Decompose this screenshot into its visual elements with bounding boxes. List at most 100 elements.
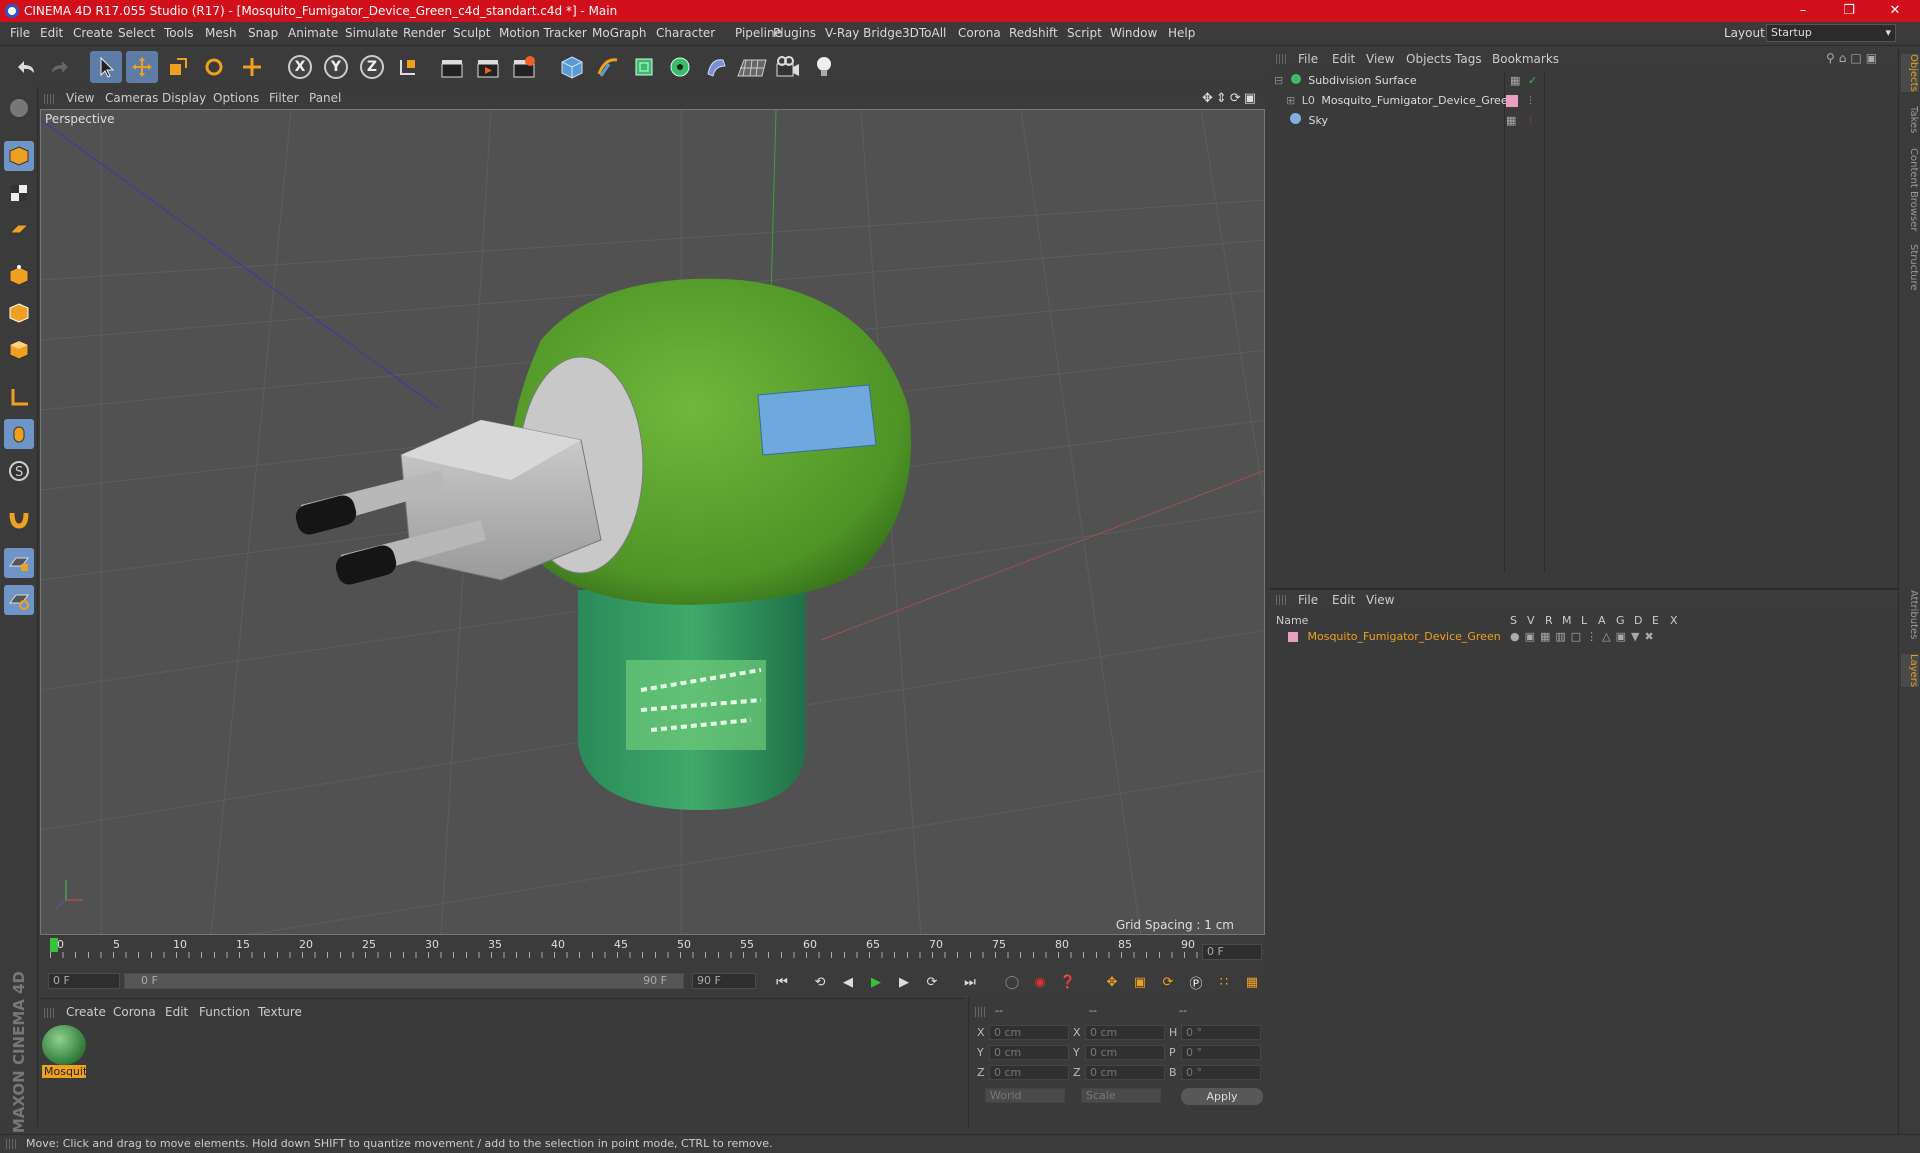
menu-plugins[interactable]: Plugins [773, 26, 816, 40]
objects-menu-tags[interactable]: Tags [1455, 52, 1482, 66]
go-to-end-button[interactable]: ⏭ [958, 970, 982, 994]
object-row-subdivision[interactable]: ⊟ Subdivision Surface ▦ ✓ [1274, 72, 1894, 90]
next-key-button[interactable]: ⟳ [920, 970, 944, 994]
position-z-field[interactable]: 0 cm [989, 1065, 1069, 1080]
solo-button[interactable]: S [4, 456, 34, 486]
layer-column-locked[interactable]: L [1581, 614, 1587, 627]
tree-expand-icon[interactable]: ⊟ [1274, 74, 1283, 87]
menu-mograph[interactable]: MoGraph [592, 26, 647, 40]
material-swatch[interactable]: Mosquit [42, 1025, 86, 1081]
motion-record-button[interactable]: ◯ [1000, 970, 1024, 994]
add-floor-button[interactable] [736, 51, 768, 83]
rotation-p-field[interactable]: 0 ° [1181, 1045, 1261, 1060]
layer-column-deformers[interactable]: D [1634, 614, 1642, 627]
redo-button[interactable] [44, 51, 76, 83]
material-menu-corona[interactable]: Corona [113, 1005, 156, 1019]
tab-takes[interactable]: Takes [1901, 106, 1919, 133]
menu-motion-tracker[interactable]: Motion Tracker [499, 26, 587, 40]
make-editable-button[interactable] [4, 93, 34, 123]
tab-layers[interactable]: Layers [1901, 654, 1919, 688]
add-pen-button[interactable] [592, 51, 624, 83]
axis-z-button[interactable]: Z [356, 51, 388, 83]
render-settings-button[interactable] [508, 51, 540, 83]
object-row-sky[interactable]: Sky ▦ ⋮ [1286, 112, 1886, 130]
size-y-field[interactable]: 0 cm [1085, 1045, 1165, 1060]
tab-objects[interactable]: Objects [1901, 54, 1919, 92]
texture-mode-button[interactable] [4, 178, 34, 208]
layer-column-name[interactable]: Name [1276, 614, 1308, 627]
menu-sculpt[interactable]: Sculpt [453, 26, 490, 40]
menu-tools[interactable]: Tools [164, 26, 194, 40]
autokey-button[interactable]: ❓ [1056, 970, 1080, 994]
layer-tag-icon[interactable]: ▦ [1506, 112, 1516, 130]
layer-column-view[interactable]: V [1527, 614, 1535, 627]
key-scale-button[interactable]: ▣ [1128, 970, 1152, 994]
live-selection-button[interactable] [236, 51, 268, 83]
key-param-button[interactable]: Ⓟ [1184, 970, 1208, 994]
axis-x-button[interactable]: X [284, 51, 316, 83]
key-position-button[interactable]: ✥ [1100, 970, 1124, 994]
layers-menu-view[interactable]: View [1366, 593, 1394, 607]
minimize-button[interactable]: – [1780, 0, 1826, 22]
key-pla-button[interactable]: ∷ [1212, 970, 1236, 994]
add-cube-button[interactable] [556, 51, 588, 83]
viewport-3d[interactable]: Perspective Grid Spacing : 1 cm [40, 109, 1265, 935]
timeline-ruler[interactable]: 0 5 10 15 20 25 30 35 40 45 50 55 60 65 … [40, 936, 1265, 964]
tab-content-browser[interactable]: Content Browser [1901, 148, 1919, 231]
menu-corona[interactable]: Corona [958, 26, 1001, 40]
menu-character[interactable]: Character [656, 26, 715, 40]
size-z-field[interactable]: 0 cm [1085, 1065, 1165, 1080]
menu-animate[interactable]: Animate [288, 26, 338, 40]
rotate-tool-button[interactable] [198, 51, 230, 83]
add-camera-button[interactable] [772, 51, 804, 83]
prev-frame-button[interactable]: ◀ [836, 970, 860, 994]
viewport-menu-panel[interactable]: Panel [309, 91, 341, 105]
rotation-b-field[interactable]: 0 ° [1181, 1065, 1261, 1080]
position-y-field[interactable]: 0 cm [989, 1045, 1069, 1060]
viewport-menu-options[interactable]: Options [213, 91, 259, 105]
select-tool-button[interactable] [90, 51, 122, 83]
material-menu-texture[interactable]: Texture [258, 1005, 302, 1019]
objects-menu-file[interactable]: File [1298, 52, 1318, 66]
go-to-start-button[interactable]: ⏮ [770, 970, 794, 994]
panel-grip[interactable] [1276, 54, 1286, 64]
material-menu-function[interactable]: Function [199, 1005, 250, 1019]
menu-simulate[interactable]: Simulate [345, 26, 398, 40]
add-deformer-button[interactable] [700, 51, 732, 83]
layer-row[interactable]: Mosquito_Fumigator_Device_Green ●▣▦▥□⋮△▣… [1274, 628, 1884, 646]
maximize-button[interactable]: ❐ [1826, 0, 1872, 22]
menu-mesh[interactable]: Mesh [205, 26, 237, 40]
panel-grip[interactable] [1276, 595, 1286, 605]
axis-y-button[interactable]: Y [320, 51, 352, 83]
layer-column-manager[interactable]: M [1562, 614, 1572, 627]
layout-select[interactable]: Startup ▾ [1766, 24, 1896, 42]
layer-column-xref[interactable]: X [1670, 614, 1678, 627]
menu-redshift[interactable]: Redshift [1009, 26, 1058, 40]
rotation-h-field[interactable]: 0 ° [1181, 1025, 1261, 1040]
coordinate-system-select[interactable]: World [985, 1088, 1065, 1103]
panel-grip[interactable] [44, 94, 54, 104]
visibility-dots-icon[interactable]: ⋮ [1526, 112, 1535, 130]
end-frame-field[interactable]: 90 F [692, 973, 756, 989]
layer-column-solo[interactable]: S [1510, 614, 1517, 627]
undo-button[interactable] [10, 51, 42, 83]
tab-structure[interactable]: Structure [1901, 244, 1919, 291]
record-button[interactable]: ◉ [1028, 970, 1052, 994]
layer-tag-icon[interactable]: ▦ [1510, 72, 1520, 90]
objects-menu-bookmarks[interactable]: Bookmarks [1492, 52, 1559, 66]
move-tool-button[interactable] [126, 51, 158, 83]
add-mograph-button[interactable] [664, 51, 696, 83]
viewport-nav-icons[interactable]: ✥⇕⟳▣ [1202, 91, 1259, 106]
menu-create[interactable]: Create [73, 26, 113, 40]
edges-mode-button[interactable] [4, 298, 34, 328]
next-frame-button[interactable]: ▶ [892, 970, 916, 994]
play-button[interactable]: ▶ [864, 970, 888, 994]
panel-grip[interactable] [6, 1139, 16, 1149]
points-mode-button[interactable] [4, 261, 34, 291]
viewport-menu-display[interactable]: Display [162, 91, 206, 105]
material-menu-create[interactable]: Create [66, 1005, 106, 1019]
size-x-field[interactable]: 0 cm [1085, 1025, 1165, 1040]
current-frame-field[interactable]: 0 F [1202, 944, 1262, 960]
menu-edit[interactable]: Edit [40, 26, 63, 40]
workplane-mode-button[interactable] [4, 215, 34, 245]
